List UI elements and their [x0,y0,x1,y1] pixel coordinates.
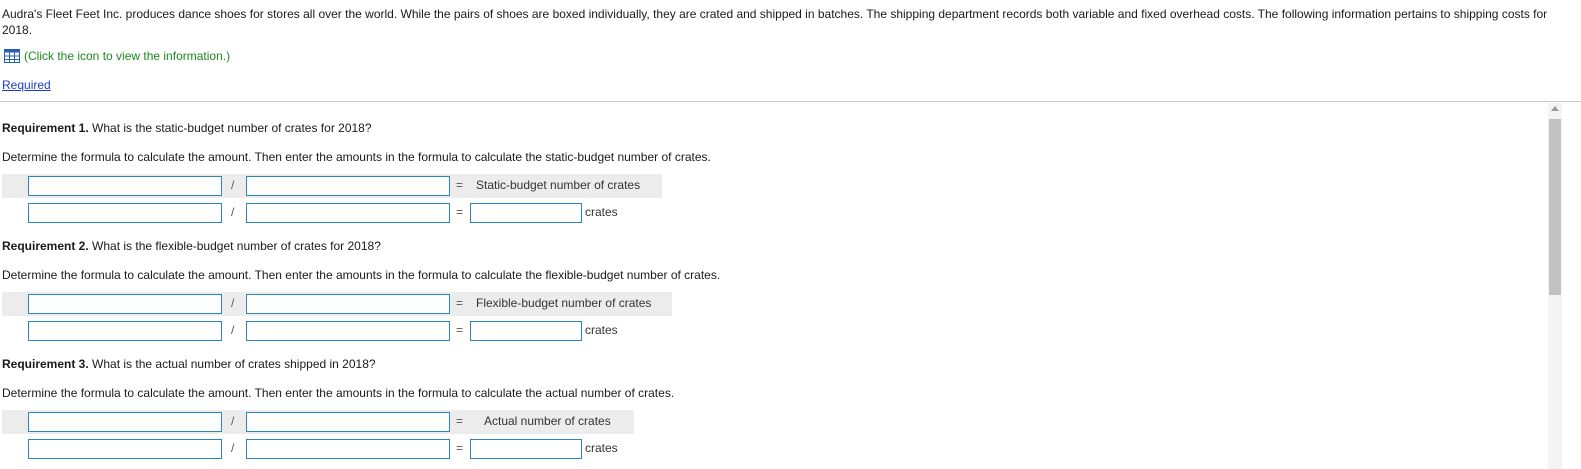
req1-formula-numerator-field[interactable] [28,176,222,196]
requirement-3-instruction: Determine the formula to calculate the a… [2,386,675,400]
equals-sign: = [456,414,464,428]
divide-sign: / [231,323,235,337]
divide-sign: / [231,178,235,192]
requirement-1-question: What is the static-budget number of crat… [88,121,372,135]
scroll-up-arrow-icon[interactable] [1551,106,1559,111]
requirement-1-amount-row: / = crates [2,201,662,225]
divide-sign: / [231,441,235,455]
requirement-1-instruction: Determine the formula to calculate the a… [2,150,711,164]
req2-formula-denominator-field[interactable] [246,294,450,314]
req1-amount-denominator-field[interactable] [246,203,450,223]
required-link[interactable]: Required [2,78,51,92]
table-icon[interactable] [4,49,20,63]
equals-sign: = [456,441,464,455]
requirement-2-question: What is the flexible-budget number of cr… [88,239,381,253]
req3-amount-numerator-field[interactable] [28,439,222,459]
requirement-3-heading: Requirement 3. [2,357,89,371]
req2-amount-numerator-field[interactable] [28,321,222,341]
req2-unit-label: crates [585,323,618,337]
requirement-2-heading: Requirement 2. [2,239,89,253]
divide-sign: / [231,205,235,219]
requirement-1-title: Requirement 1. What is the static-budget… [2,121,372,135]
requirement-3-amount-row: / = crates [2,437,634,461]
section-divider [0,101,1581,102]
requirement-2-amount-row: / = crates [2,319,672,343]
req2-amount-denominator-field[interactable] [246,321,450,341]
view-information-link[interactable]: (Click the icon to view the information.… [4,49,230,63]
req1-formula-denominator-field[interactable] [246,176,450,196]
req1-amount-numerator-field[interactable] [28,203,222,223]
requirement-3-formula-row: / = Actual number of crates [2,410,634,434]
req1-result-label: Static-budget number of crates [476,178,641,192]
scrollbar[interactable] [1548,103,1562,469]
req2-result-label: Flexible-budget number of crates [476,296,652,310]
req2-formula-numerator-field[interactable] [28,294,222,314]
req1-unit-label: crates [585,205,618,219]
requirement-3-title: Requirement 3. What is the actual number… [2,357,376,371]
equals-sign: = [456,296,464,310]
equals-sign: = [456,205,464,219]
req3-amount-denominator-field[interactable] [246,439,450,459]
scrollbar-thumb[interactable] [1549,119,1561,295]
requirement-1-heading: Requirement 1. [2,121,89,135]
requirement-3-question: What is the actual number of crates ship… [88,357,376,371]
requirement-2-title: Requirement 2. What is the flexible-budg… [2,239,381,253]
req1-result-field[interactable] [470,203,582,223]
req2-result-field[interactable] [470,321,582,341]
requirement-1-formula-row: / = Static-budget number of crates [2,174,662,198]
problem-statement: Audra's Fleet Feet Inc. produces dance s… [2,7,1548,37]
req3-formula-numerator-field[interactable] [28,412,222,432]
info-link-label[interactable]: (Click the icon to view the information.… [24,49,230,63]
req3-formula-denominator-field[interactable] [246,412,450,432]
equals-sign: = [456,323,464,337]
req3-unit-label: crates [585,441,618,455]
divide-sign: / [231,414,235,428]
divide-sign: / [231,296,235,310]
requirement-2-instruction: Determine the formula to calculate the a… [2,268,721,282]
requirement-2-formula-row: / = Flexible-budget number of crates [2,292,672,316]
equals-sign: = [456,178,464,192]
req3-result-field[interactable] [470,439,582,459]
req3-result-label: Actual number of crates [484,414,611,428]
